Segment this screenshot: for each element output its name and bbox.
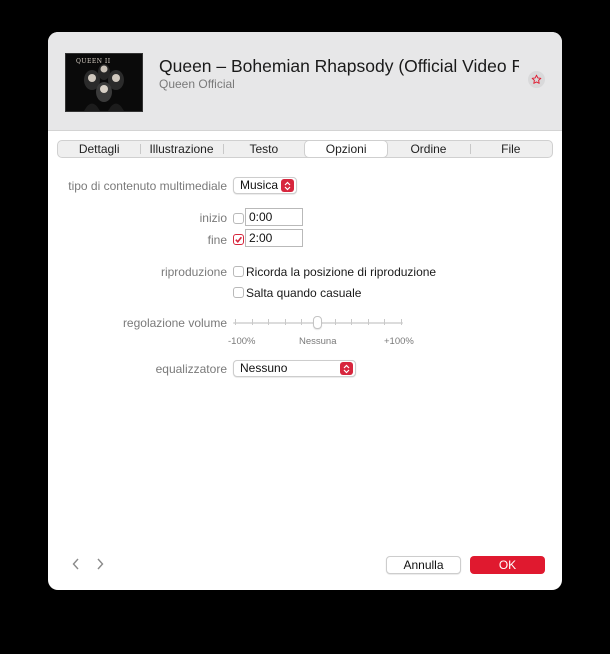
tab-ordine[interactable]: Ordine [387, 141, 469, 157]
volume-mid-label: Nessuna [299, 336, 337, 347]
end-checkbox[interactable] [233, 234, 244, 245]
song-info-dialog: QUEEN II Queen – Bohemian Rhapsody (Offi… [48, 32, 562, 590]
tab-file[interactable]: File [469, 141, 552, 157]
volume-tick [367, 319, 369, 325]
cancel-button[interactable]: Annulla [386, 556, 461, 574]
tab-illustrazione[interactable]: Illustrazione [140, 141, 222, 157]
volume-label: regolazione volume [122, 316, 227, 330]
volume-tick [301, 319, 303, 325]
remember-position-label: Ricorda la posizione di riproduzione [246, 265, 437, 279]
playback-label: riproduzione [160, 265, 227, 279]
ok-button[interactable]: OK [470, 556, 545, 574]
volume-tick [268, 319, 270, 325]
equalizer-label: equalizzatore [155, 362, 227, 376]
volume-tick [401, 319, 402, 325]
volume-max-label: +100% [384, 336, 414, 347]
end-label: fine [207, 233, 227, 247]
volume-tick [384, 319, 386, 325]
tab-dettagli[interactable]: Dettagli [58, 141, 140, 157]
equalizer-popup[interactable]: Nessuno [233, 360, 356, 377]
tab-bar: Dettagli Illustrazione Testo Opzioni Ord… [57, 140, 553, 158]
previous-button[interactable] [72, 557, 80, 573]
favorite-button[interactable] [528, 71, 545, 88]
volume-tick [251, 319, 253, 325]
start-checkbox[interactable] [233, 213, 244, 224]
end-time-field[interactable]: 2:00 [245, 229, 303, 247]
volume-slider-knob[interactable] [313, 316, 322, 329]
media-kind-value: Musica [240, 178, 279, 192]
volume-tick [284, 319, 286, 325]
volume-tick [235, 319, 236, 325]
song-artist: Queen Official [159, 77, 235, 91]
volume-tick [334, 319, 336, 325]
popup-arrows-icon [340, 362, 353, 375]
volume-tick [351, 319, 353, 325]
skip-shuffle-label: Salta quando casuale [246, 286, 362, 300]
popup-arrows-icon [281, 179, 294, 192]
tab-testo[interactable]: Testo [222, 141, 305, 157]
media-kind-label: tipo di contenuto multimediale [68, 179, 227, 193]
tab-opzioni[interactable]: Opzioni [304, 141, 388, 157]
media-kind-popup[interactable]: Musica [233, 177, 297, 194]
skip-shuffle-checkbox[interactable] [233, 287, 244, 298]
next-button[interactable] [96, 557, 104, 573]
star-icon [531, 74, 542, 84]
equalizer-value: Nessuno [240, 361, 288, 375]
dialog-header: QUEEN II Queen – Bohemian Rhapsody (Offi… [48, 32, 562, 131]
song-title: Queen – Bohemian Rhapsody (Official Vide… [159, 56, 519, 76]
album-artwork: QUEEN II [65, 53, 143, 112]
start-time-field[interactable]: 0:00 [245, 208, 303, 226]
remember-position-checkbox[interactable] [233, 266, 244, 277]
start-label: inizio [199, 211, 227, 225]
volume-min-label: -100% [228, 336, 256, 347]
artwork-logo-text: QUEEN II [76, 58, 111, 65]
checkmark-icon [235, 236, 243, 243]
chevron-right-icon [97, 558, 104, 570]
chevron-left-icon [72, 558, 79, 570]
